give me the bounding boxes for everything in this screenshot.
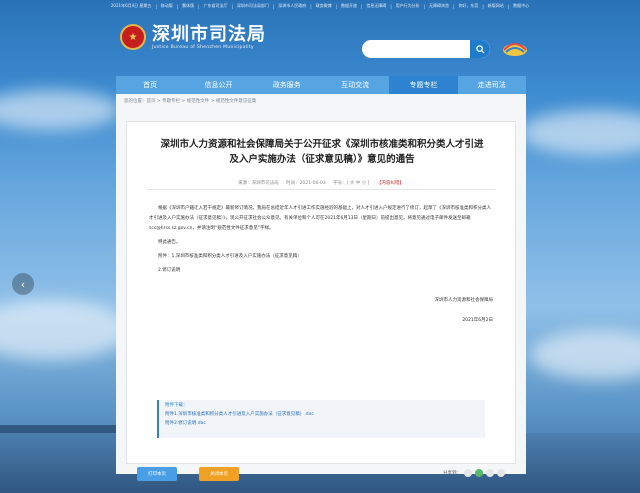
background-cloud	[520, 110, 640, 155]
article-paragraph: 根据《深圳市户籍迁入若干规定》最新修订情况，我局在总结近年人才引进工作实施经验的…	[149, 206, 491, 231]
article-paragraph: 2.修订说明	[158, 268, 181, 273]
topbar-separator: |	[310, 3, 312, 9]
article-meta: 来源：深圳市司法局 时间：2021-06-03 字号：[ 大 中 小 ] 【内容…	[127, 180, 515, 186]
search-input[interactable]	[362, 45, 478, 58]
attachment-link[interactable]: 附件2.修订说明.doc	[165, 419, 479, 428]
search-button[interactable]	[470, 40, 490, 58]
site-title: 深圳市司法局	[152, 23, 266, 45]
topbar-link[interactable]: 政务微博	[316, 3, 332, 9]
top-link-bar: 2021年6月4日 星期五 | 移动版 | 繁体版 | 广东省司法厅 | 深圳市司法局部门 | 深圳…	[0, 0, 640, 12]
nav-government-services[interactable]: 政务服务	[253, 76, 321, 94]
share-qzone-icon[interactable]	[464, 469, 472, 477]
topbar-link[interactable]: 移动版	[161, 3, 173, 9]
nav-interaction[interactable]: 互动交流	[321, 76, 389, 94]
topbar-link[interactable]: 繁体版	[182, 3, 194, 9]
topbar-separator: |	[272, 3, 275, 9]
share-wechat-icon[interactable]	[475, 469, 483, 477]
topbar-link[interactable]: 数据开放	[341, 3, 357, 9]
topbar-link[interactable]: 无障碍浏览	[429, 3, 449, 9]
topbar-link[interactable]: 深圳市司法局部门	[237, 3, 269, 9]
background-cloud	[0, 300, 130, 360]
topbar-link[interactable]: 信息无障碍	[366, 3, 386, 9]
content-panel: 您的位置：首页 > 专题专栏 > 规范性文件 > 规范性文件意见征集 深圳市人力…	[116, 94, 526, 481]
share-weibo-icon[interactable]	[486, 469, 494, 477]
divider	[147, 189, 495, 190]
national-emblem-icon: ★	[120, 24, 146, 50]
topbar-separator: |	[231, 3, 233, 9]
topbar-separator: |	[507, 3, 510, 9]
attachment-title: 附件下载：	[165, 403, 188, 408]
share-more-icon[interactable]	[497, 469, 505, 477]
signature-org: 深圳市人力资源和社会保障局	[434, 298, 494, 303]
topbar-link[interactable]: 数据中心	[513, 3, 529, 9]
article-container: 深圳市人力资源和社会保障局关于公开征求《深圳市核准类和积分类人才引进及入户实施办…	[126, 121, 516, 481]
topbar-separator: |	[390, 3, 392, 9]
article-date: 时间：2021-06-03	[286, 181, 326, 186]
topbar-separator: |	[482, 3, 484, 9]
attachment-link[interactable]: 附件1.深圳市核准类和积分类人才引进及入户实施办法（征求意见稿）.doc	[165, 410, 479, 419]
action-bar: 打印本页 关闭本页 分享到：	[127, 467, 515, 487]
topbar-link[interactable]: 广东省司法厅	[204, 3, 228, 9]
nav-about-justice[interactable]: 走进司法	[458, 76, 526, 94]
article-paragraph: 附件：1.深圳市核准类和积分类人才引进及入户实施办法（征求意见稿）	[158, 254, 302, 259]
breadcrumb[interactable]: 您的位置：首页 > 专题专栏 > 规范性文件 > 规范性文件意见征集	[124, 98, 256, 104]
nav-special-topics[interactable]: 专题专栏	[389, 76, 458, 94]
font-size-switch[interactable]: 字号：[ 大 中 小 ]	[333, 181, 369, 186]
nav-info-disclosure[interactable]: 信息公开	[184, 76, 252, 94]
site-subtitle: Justice Bureau of Shenzhen Municipality	[152, 44, 254, 50]
share-bar: 分享到：	[443, 469, 505, 477]
topbar-separator: |	[423, 3, 426, 9]
search-box	[362, 40, 490, 58]
background-cloud	[0, 90, 120, 130]
mascot-logo-icon	[503, 43, 527, 56]
topbar-link[interactable]: 用户行为分析	[396, 3, 420, 9]
error-report-link[interactable]: 【内容纠错】	[377, 181, 404, 186]
topbar-link[interactable]: 你好，东莞	[458, 3, 478, 9]
article-source: 来源：深圳市司法局	[238, 181, 279, 186]
topbar-separator: |	[176, 3, 179, 9]
topbar-separator: |	[155, 3, 157, 9]
topbar-separator: |	[453, 3, 455, 9]
article-title: 深圳市人力资源和社会保障局关于公开征求《深圳市核准类和积分类人才引进及入户实施办…	[160, 139, 484, 165]
article-body: 根据《深圳市户籍迁入若干规定》最新修订情况，我局在总结近年人才引进工作实施经验的…	[149, 204, 493, 326]
topbar-link[interactable]: 深圳市人民政府	[278, 3, 306, 9]
main-nav: 首页 信息公开 政务服务 互动交流 专题专栏 走进司法	[116, 76, 526, 94]
topbar-separator: |	[335, 3, 337, 9]
topbar-link[interactable]: 2021年6月4日 星期五	[111, 3, 152, 9]
print-button[interactable]: 打印本页	[137, 467, 177, 481]
share-label: 分享到：	[443, 471, 461, 476]
attachment-box: 附件下载： 附件1.深圳市核准类和积分类人才引进及入户实施办法（征求意见稿）.d…	[157, 400, 485, 438]
article-paragraph: 特此通告。	[158, 240, 181, 245]
topbar-separator: |	[198, 3, 200, 9]
topbar-separator: |	[360, 3, 363, 9]
topbar-link[interactable]: 新版网站	[488, 3, 504, 9]
prev-arrow-icon[interactable]: ‹	[12, 273, 34, 295]
search-icon	[475, 44, 485, 54]
nav-home[interactable]: 首页	[116, 76, 184, 94]
background-cloud	[530, 330, 640, 380]
site-logo[interactable]: ★ 深圳市司法局 Justice Bureau of Shenzhen Muni…	[120, 24, 266, 50]
signature-date: 2021年6月2日	[462, 318, 493, 323]
close-button[interactable]: 关闭本页	[199, 467, 239, 481]
